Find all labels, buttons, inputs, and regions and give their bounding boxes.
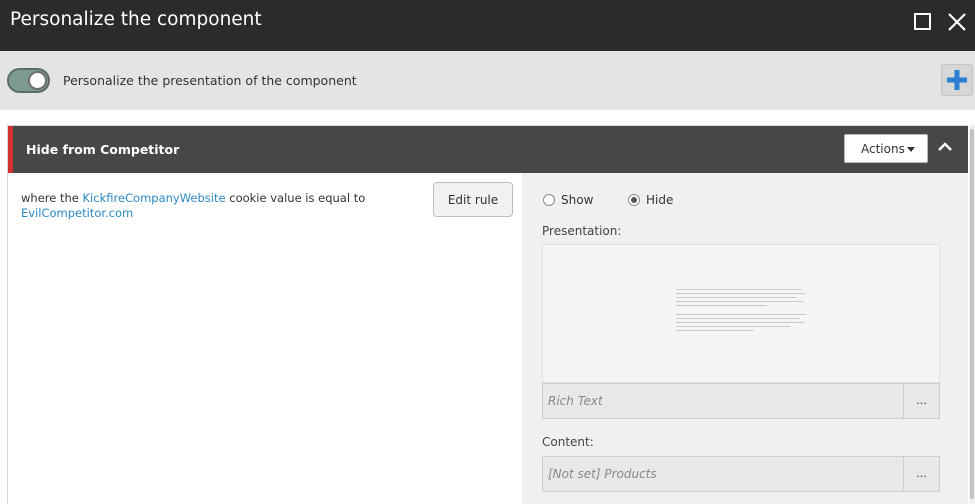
actions-label: Actions <box>861 142 905 156</box>
personalization-rule: Hide from Competitor Actions where the K… <box>7 125 968 504</box>
close-icon[interactable] <box>946 11 968 33</box>
content-value: [Not set] Products <box>548 467 657 481</box>
chevron-up-icon[interactable] <box>936 138 954 156</box>
show-label: Show <box>561 193 594 207</box>
hide-radio[interactable] <box>628 194 640 206</box>
hide-label: Hide <box>646 193 674 207</box>
edit-rule-button[interactable]: Edit rule <box>433 182 513 217</box>
hide-radio-option[interactable]: Hide <box>628 193 673 207</box>
rule-condition-text: where the KickfireCompanyWebsite cookie … <box>21 191 401 221</box>
dialog-title: Personalize the component <box>10 9 262 30</box>
presentation-selector[interactable]: Rich Text ... <box>542 383 940 419</box>
content-browse-button[interactable]: ... <box>903 457 939 491</box>
presentation-label: Presentation: <box>542 224 622 238</box>
presentation-preview <box>542 244 940 383</box>
actions-dropdown-button[interactable]: Actions <box>844 134 928 163</box>
rule-action-panel: Show Hide Presentation: Rich Text ... Co… <box>522 173 968 504</box>
show-radio[interactable] <box>543 194 555 206</box>
plus-icon <box>947 70 967 90</box>
presentation-value: Rich Text <box>548 394 603 408</box>
rich-text-thumbnail <box>676 289 806 335</box>
rule-condition-panel: where the KickfireCompanyWebsite cookie … <box>8 173 522 504</box>
content-label: Content: <box>542 435 594 449</box>
cookie-name-link[interactable]: KickfireCompanyWebsite <box>83 191 226 205</box>
scrollbar-thumb[interactable] <box>970 129 974 499</box>
dialog-titlebar: Personalize the component <box>0 0 975 51</box>
personalize-toggle[interactable] <box>7 68 50 93</box>
presentation-browse-button[interactable]: ... <box>903 384 939 418</box>
personalize-toolbar: Personalize the presentation of the comp… <box>0 51 975 110</box>
rule-title: Hide from Competitor <box>26 142 180 157</box>
condition-middle: cookie value is equal to <box>225 191 366 205</box>
maximize-icon[interactable] <box>912 11 934 33</box>
content-selector[interactable]: [Not set] Products ... <box>542 456 940 492</box>
toggle-knob <box>28 71 47 90</box>
add-rule-button[interactable] <box>941 64 973 96</box>
caret-down-icon <box>906 147 915 152</box>
personalize-toggle-label: Personalize the presentation of the comp… <box>63 73 357 88</box>
show-radio-option[interactable]: Show <box>543 193 593 207</box>
cookie-value-link[interactable]: EvilCompetitor.com <box>21 206 133 220</box>
rule-header[interactable]: Hide from Competitor Actions <box>8 126 968 173</box>
condition-prefix: where the <box>21 191 83 205</box>
vertical-scrollbar[interactable] <box>969 125 975 504</box>
